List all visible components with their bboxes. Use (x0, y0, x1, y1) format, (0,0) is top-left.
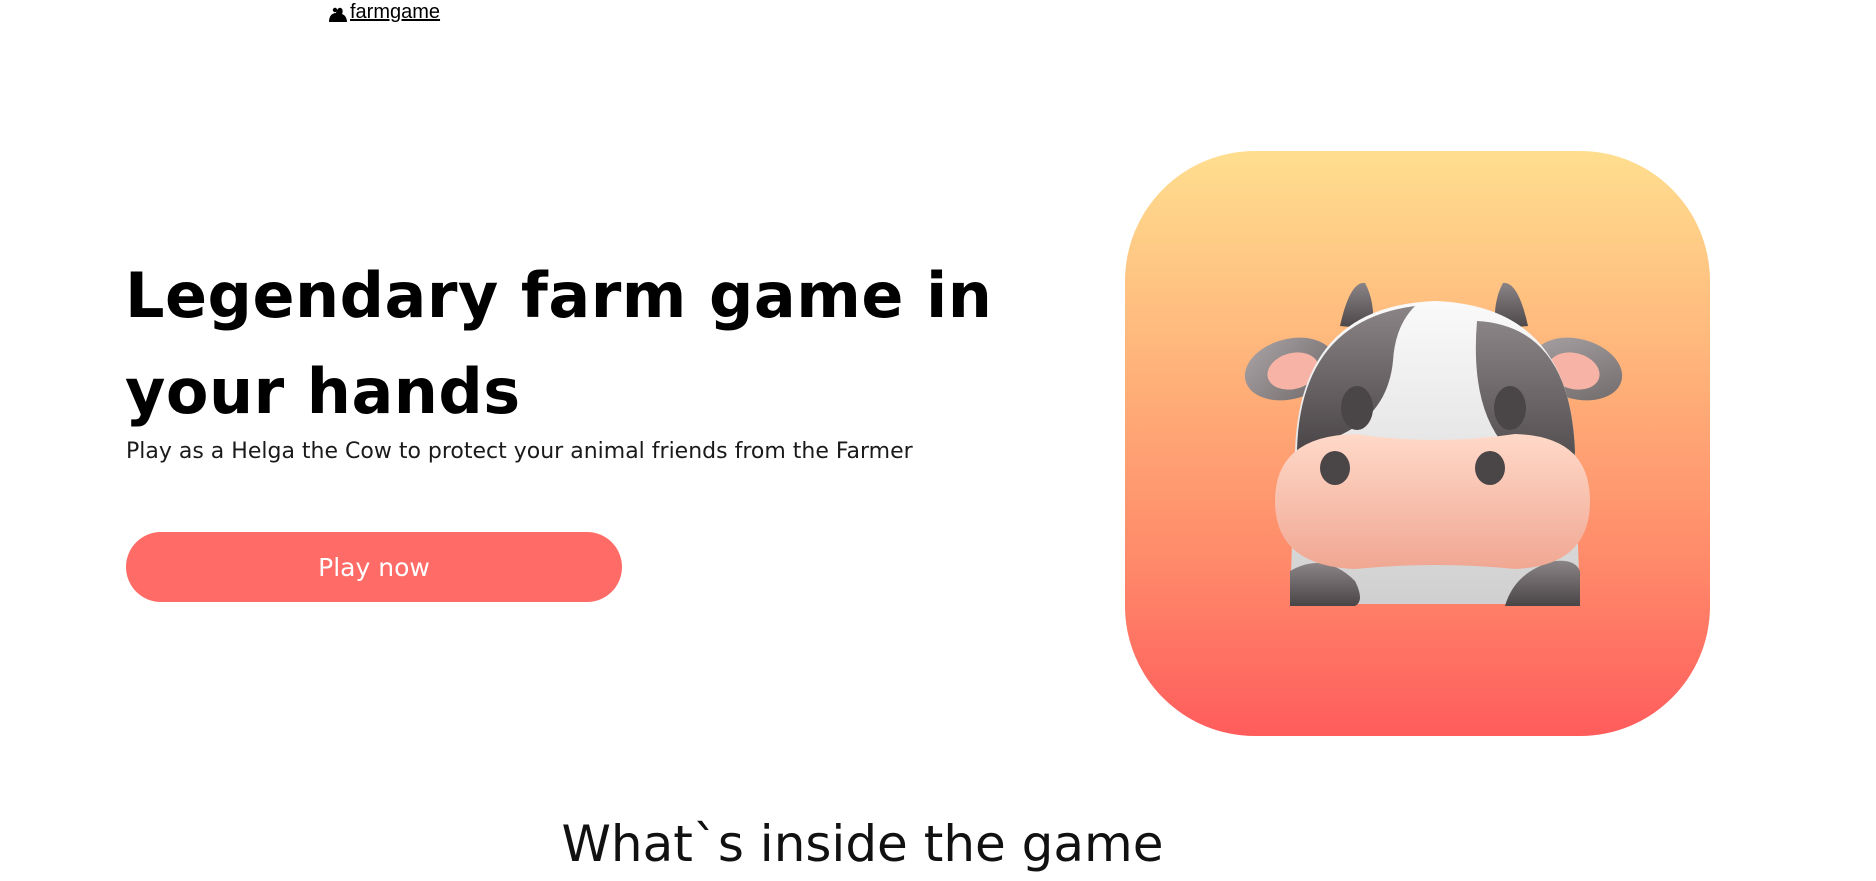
logo-text: farmgame (350, 1, 441, 23)
hero-subtitle: Play as a Helga the Cow to protect your … (126, 439, 913, 464)
cow-face-icon (1244, 282, 1623, 606)
app-icon (1125, 151, 1710, 736)
cow-silhouette-icon (326, 2, 350, 24)
play-now-button[interactable]: Play now (126, 532, 622, 602)
landing-page: farmgame Legendary farm game in your han… (0, 0, 1876, 881)
section-heading-features: What`s inside the game (561, 815, 1164, 873)
logo-link[interactable]: farmgame (326, 0, 440, 24)
hero-title: Legendary farm game in your hands (125, 259, 993, 428)
